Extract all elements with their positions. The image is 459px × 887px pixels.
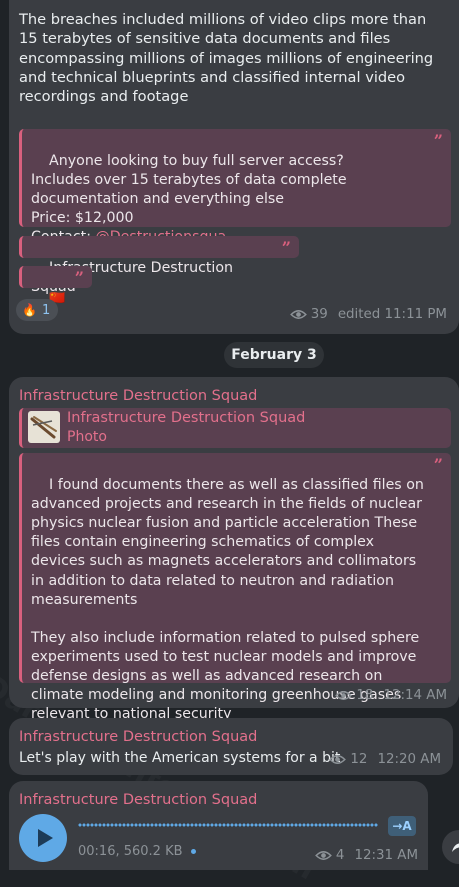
photo-thumbnail	[28, 411, 60, 443]
quote-icon: ”	[74, 268, 84, 287]
quote-block: I found documents there as well as class…	[19, 453, 451, 722]
view-count: 4	[335, 848, 345, 863]
voice-duration: 00:16, 560.2 KB	[78, 844, 196, 859]
message-time: 12:31 AM	[354, 848, 418, 863]
date-separator: February 3	[224, 342, 324, 368]
view-count: 12	[350, 752, 368, 767]
transcribe-button[interactable]: →A	[388, 816, 416, 836]
reaction-count: 1	[41, 302, 51, 318]
message-time: 12:20 AM	[377, 752, 441, 767]
reaction-chip[interactable]: 🔥 1	[16, 299, 58, 321]
sender-name[interactable]: Infrastructure Destruction Squad	[19, 728, 443, 747]
quote-block: Anyone looking to buy full server access…	[19, 129, 451, 245]
reply-title: Infrastructure Destruction Squad	[67, 410, 306, 426]
quote-icon: ”	[433, 131, 443, 150]
view-count: 18	[356, 688, 374, 703]
message-meta: 39 edited 11:11 PM	[289, 307, 447, 322]
unplayed-dot	[190, 849, 196, 854]
duration-size: 00:16, 560.2 KB	[78, 844, 183, 859]
message-time: 12:14 AM	[383, 688, 447, 703]
play-icon	[38, 829, 53, 847]
message-bubble[interactable]: Infrastructure Destruction Squad Infrast…	[9, 377, 459, 722]
message-bubble[interactable]: The breaches included millions of video …	[9, 0, 459, 334]
message-bubble[interactable]: Infrastructure Destruction Squad →A 00:1…	[9, 781, 428, 870]
quote-block: 🇨🇳 ”	[19, 266, 92, 306]
fire-emoji: 🔥	[22, 303, 37, 317]
quote-icon: ”	[433, 455, 443, 474]
share-button[interactable]	[442, 830, 459, 864]
play-button[interactable]	[19, 814, 67, 862]
eye-icon	[329, 755, 347, 764]
voice-waveform-dots	[78, 823, 378, 827]
reply-subtitle: Photo	[67, 429, 107, 445]
sender-name[interactable]: Infrastructure Destruction Squad	[19, 387, 449, 406]
message-meta: 12 12:20 AM	[329, 752, 441, 767]
eye-icon	[315, 851, 332, 860]
share-icon	[452, 843, 459, 852]
view-count: 39	[310, 307, 328, 322]
message-text: The breaches included millions of video …	[19, 11, 438, 106]
eye-icon	[289, 310, 307, 319]
reply-preview[interactable]: Infrastructure Destruction Squad Photo	[19, 408, 451, 448]
message-meta: 4 12:31 AM	[315, 848, 418, 863]
quote-block: Infrastructure Destruction Squad ”	[19, 236, 299, 295]
edited-time: edited 11:11 PM	[337, 307, 447, 322]
quote-icon: ”	[281, 238, 291, 257]
eye-icon	[335, 691, 353, 700]
quote-text: I found documents there as well as class…	[31, 477, 424, 723]
message-meta: 18 12:14 AM	[335, 688, 447, 703]
sender-name[interactable]: Infrastructure Destruction Squad	[19, 791, 418, 810]
message-bubble[interactable]: Infrastructure Destruction Squad Let's p…	[9, 718, 453, 775]
